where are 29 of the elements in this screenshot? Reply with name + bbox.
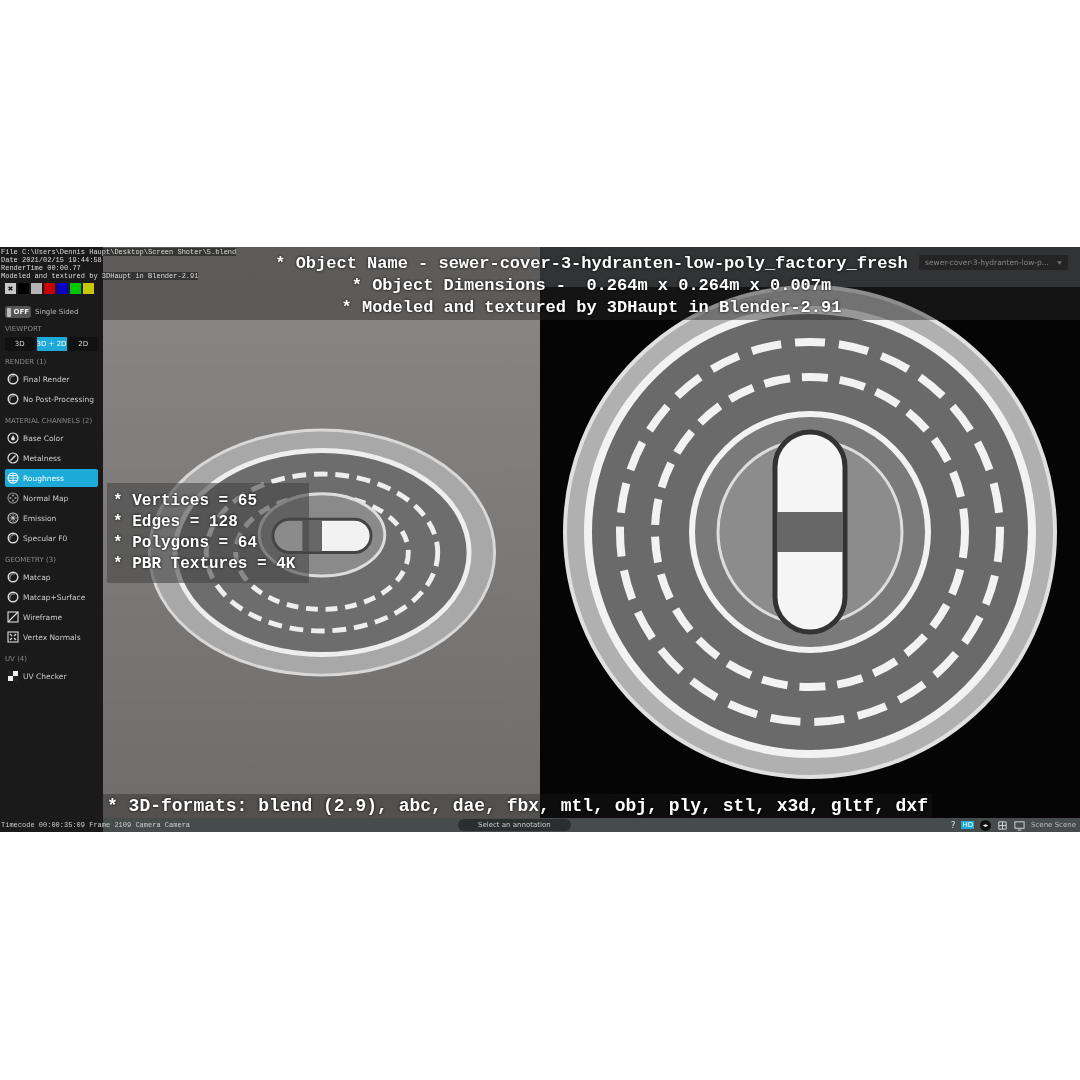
color-swatch[interactable] xyxy=(31,283,42,294)
color-swatch[interactable] xyxy=(70,283,81,294)
color-swatch[interactable] xyxy=(57,283,68,294)
color-swatch[interactable] xyxy=(83,283,94,294)
ring-icon xyxy=(7,591,19,603)
stat-text: * Polygons = 64 xyxy=(113,533,259,554)
vertex-normals-icon xyxy=(7,631,19,643)
color-swatch[interactable] xyxy=(44,283,55,294)
dotted-circle-icon xyxy=(7,492,19,504)
close-icon[interactable] xyxy=(5,283,16,294)
stat-text: * Edges = 128 xyxy=(113,512,239,533)
ring-icon xyxy=(7,571,19,583)
ring-icon xyxy=(7,373,19,385)
layers-icon[interactable] xyxy=(980,819,992,831)
help-button[interactable]: ? xyxy=(950,820,956,830)
color-swatch[interactable] xyxy=(18,283,29,294)
monitor-icon[interactable] xyxy=(1014,819,1026,831)
globe-icon xyxy=(7,472,19,484)
stat-text: * PBR Textures = 4K xyxy=(113,554,297,575)
ring-icon xyxy=(7,532,19,544)
caret-icon xyxy=(1057,260,1062,265)
flower-icon xyxy=(7,512,19,524)
grid-icon[interactable] xyxy=(997,819,1009,831)
wireframe-icon xyxy=(7,611,19,623)
compass-icon xyxy=(7,452,19,464)
stat-text: * Vertices = 65 xyxy=(113,491,259,512)
ring-icon xyxy=(7,393,19,405)
drop-icon xyxy=(7,432,19,444)
checker-icon xyxy=(7,670,19,682)
